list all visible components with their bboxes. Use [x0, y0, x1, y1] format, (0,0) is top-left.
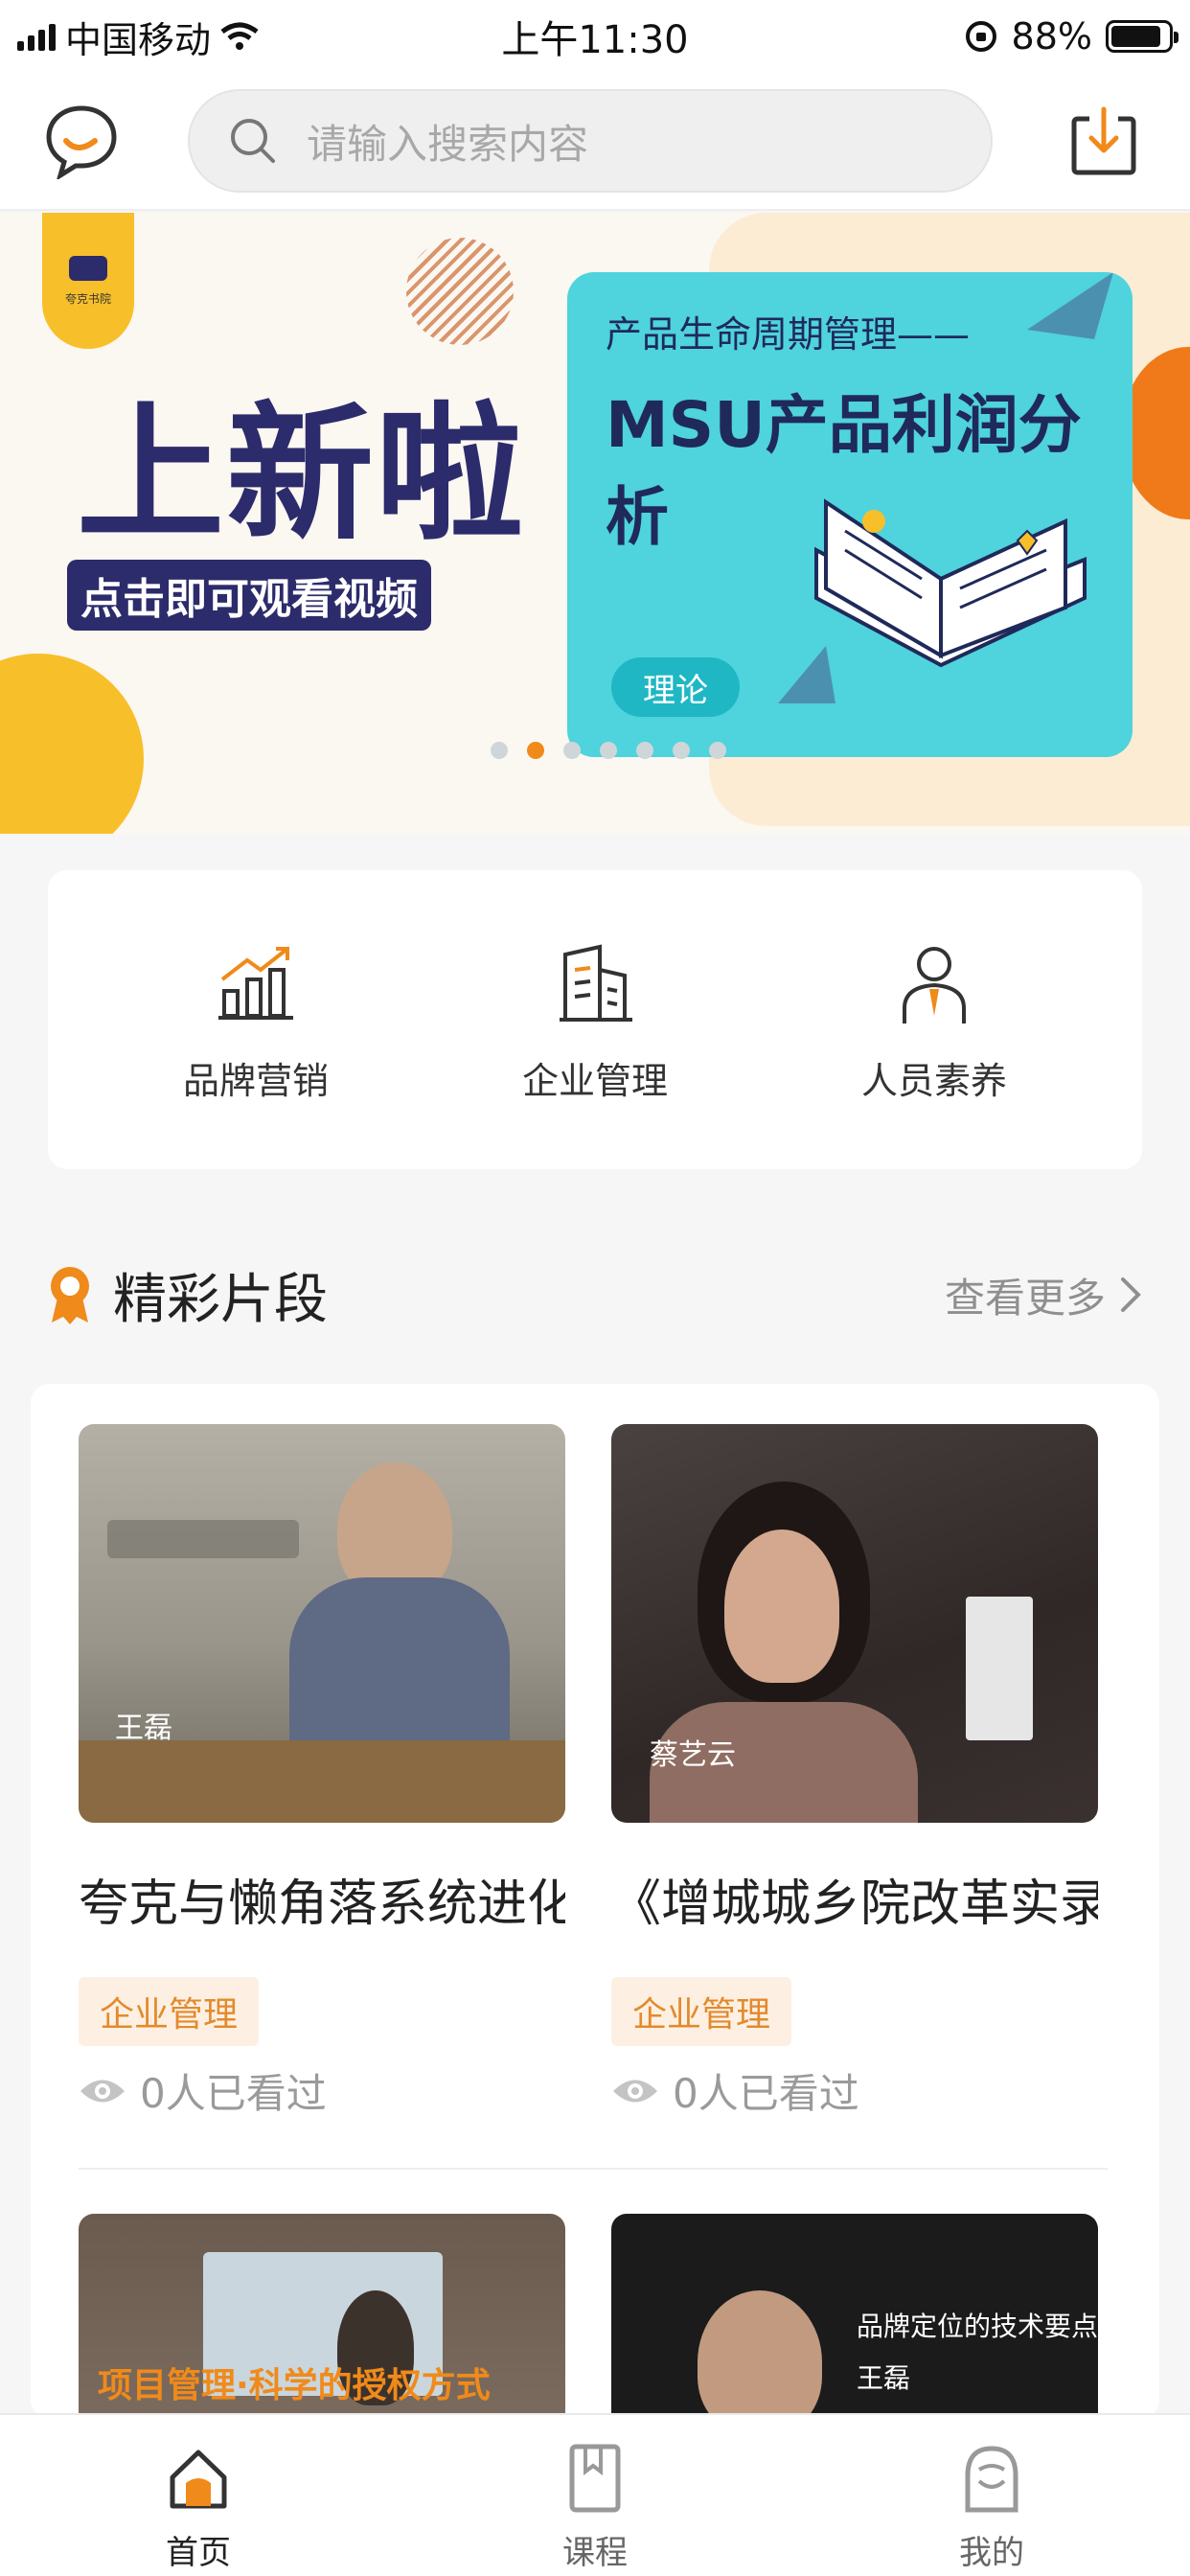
- thumbnail-book: [966, 1597, 1033, 1740]
- home-icon: [160, 2440, 237, 2517]
- video-views-label: 0人已看过: [140, 2070, 327, 2117]
- banner-card-subtitle: 产品生命周期管理——: [606, 313, 971, 356]
- thumbnail-wall-sign: [107, 1520, 299, 1558]
- status-bar: 中国移动 上午11:30 88%: [0, 0, 1190, 73]
- pagination-dot[interactable]: [491, 742, 508, 759]
- tab-home[interactable]: 首页: [83, 2440, 313, 2573]
- chart-growth-icon: [208, 936, 304, 1032]
- thumbnail-caption: 王磊: [115, 1712, 172, 1745]
- category-card: 品牌营销 企业管理 人员素养: [48, 870, 1142, 1169]
- thumbnail-table: [79, 1740, 565, 1823]
- video-category-tag: 企业管理: [611, 1977, 792, 2046]
- category-label: 品牌营销: [182, 1059, 329, 1102]
- building-icon: [547, 936, 643, 1032]
- status-left: 中国移动: [17, 11, 420, 63]
- view-more-label: 查看更多: [944, 1274, 1106, 1322]
- cellular-signal-icon: [17, 22, 56, 51]
- pagination-dot[interactable]: [600, 742, 617, 759]
- chat-bubble-icon: [46, 105, 117, 179]
- open-book-icon: [814, 498, 1087, 668]
- app-header: 请输入搜索内容: [0, 73, 1190, 211]
- banner-pagination: [491, 742, 726, 759]
- video-list: 王磊 夸克与懒角落系统进化实践 企业管理 0人已看过 蔡艺云 《增城城乡院改革实…: [31, 1384, 1159, 2419]
- battery-percent: 88%: [1011, 15, 1092, 58]
- thumbnail-caption: 项目管理·科学的授权方式: [98, 2366, 491, 2405]
- banner-deco-circle: [0, 654, 144, 834]
- thumbnail-person: [337, 1462, 452, 1597]
- orientation-lock-icon: [965, 21, 996, 52]
- video-thumbnail[interactable]: 蔡艺云: [611, 1424, 1098, 1823]
- category-brand-marketing[interactable]: 品牌营销: [112, 936, 400, 1104]
- banner-card-tag: 理论: [611, 657, 740, 717]
- thumbnail-caption: 蔡艺云: [650, 1738, 736, 1772]
- brand-badge: 夸克书院: [42, 213, 134, 349]
- thumbnail-caption: 品牌定位的技术要点: [857, 2311, 1098, 2342]
- thumbnail-caption-name: 王磊: [857, 2362, 911, 2394]
- video-views-label: 0人已看过: [673, 2070, 859, 2117]
- category-label: 企业管理: [521, 1059, 668, 1102]
- category-enterprise-management[interactable]: 企业管理: [451, 936, 739, 1104]
- search-input[interactable]: 请输入搜索内容: [188, 89, 993, 193]
- brand-badge-text: 夸克书院: [64, 291, 111, 306]
- video-card[interactable]: 项目管理·科学的授权方式: [79, 2214, 565, 2419]
- highlights-section-header: 精彩片段 查看更多: [48, 1252, 1142, 1338]
- video-views: 0人已看过: [79, 2061, 565, 2120]
- pagination-dot[interactable]: [636, 742, 653, 759]
- bottom-tab-bar: 首页 课程 我的: [0, 2413, 1190, 2576]
- pagination-dot-active[interactable]: [527, 742, 544, 759]
- list-divider: [79, 2168, 1108, 2170]
- banner-subline: 点击即可观看视频: [67, 560, 431, 631]
- wifi-icon: [220, 22, 259, 50]
- pagination-dot[interactable]: [563, 742, 581, 759]
- video-title: 夸克与懒角落系统进化实践: [79, 1875, 565, 1933]
- thumbnail-person-face: [724, 1530, 839, 1683]
- video-card[interactable]: 王磊 夸克与懒角落系统进化实践 企业管理 0人已看过: [79, 1424, 565, 2120]
- video-category-tag: 企业管理: [79, 1977, 260, 2046]
- promo-banner[interactable]: 夸克书院 上新啦 点击即可观看视频 产品生命周期管理—— MSU产品利润分析 理…: [0, 213, 1190, 834]
- profile-icon: [953, 2440, 1030, 2517]
- video-title: 《增城城乡院改革实录》: [611, 1875, 1098, 1933]
- category-label: 人员素养: [860, 1059, 1007, 1102]
- status-right: 88%: [770, 15, 1179, 58]
- section-title: 精彩片段: [113, 1268, 328, 1331]
- eye-icon: [613, 2080, 657, 2102]
- video-thumbnail[interactable]: 项目管理·科学的授权方式: [79, 2214, 565, 2419]
- banner-headline: 上新啦: [77, 389, 526, 561]
- download-button[interactable]: [1065, 103, 1142, 179]
- video-thumbnail[interactable]: 王磊: [79, 1424, 565, 1823]
- pagination-dot[interactable]: [709, 742, 726, 759]
- tab-profile[interactable]: 我的: [877, 2440, 1107, 2573]
- medal-icon: [51, 1267, 89, 1324]
- tab-label: 首页: [166, 2534, 231, 2572]
- video-views: 0人已看过: [611, 2061, 1098, 2120]
- tab-label: 课程: [562, 2534, 628, 2572]
- search-icon: [231, 119, 275, 163]
- book-icon: [557, 2440, 633, 2517]
- person-tie-icon: [886, 936, 982, 1032]
- battery-icon: [1106, 20, 1179, 53]
- banner-triangle-deco: [1027, 272, 1113, 339]
- chat-button[interactable]: [38, 98, 125, 184]
- download-icon: [1071, 106, 1136, 175]
- carrier-name: 中国移动: [65, 18, 212, 61]
- search-placeholder: 请输入搜索内容: [307, 120, 589, 168]
- video-card[interactable]: 品牌定位的技术要点 王磊: [611, 2214, 1098, 2419]
- banner-course-card[interactable]: 产品生命周期管理—— MSU产品利润分析 理论: [567, 272, 1133, 757]
- eye-icon: [80, 2080, 125, 2102]
- chevron-right-icon: [1121, 1277, 1141, 1312]
- brand-logo-icon: [69, 255, 107, 281]
- category-personnel-quality[interactable]: 人员素养: [790, 936, 1078, 1104]
- banner-triangle-deco-2: [778, 646, 835, 703]
- status-time: 上午11:30: [501, 18, 689, 62]
- pagination-dot[interactable]: [673, 742, 690, 759]
- video-card[interactable]: 蔡艺云 《增城城乡院改革实录》 企业管理 0人已看过: [611, 1424, 1098, 2120]
- banner-striped-circle: [406, 238, 514, 345]
- tab-courses[interactable]: 课程: [480, 2440, 710, 2573]
- tab-label: 我的: [959, 2534, 1024, 2572]
- video-thumbnail[interactable]: 品牌定位的技术要点 王磊: [611, 2214, 1098, 2419]
- view-more-link[interactable]: 查看更多: [945, 1266, 1142, 1324]
- thumbnail-person: [698, 2290, 822, 2419]
